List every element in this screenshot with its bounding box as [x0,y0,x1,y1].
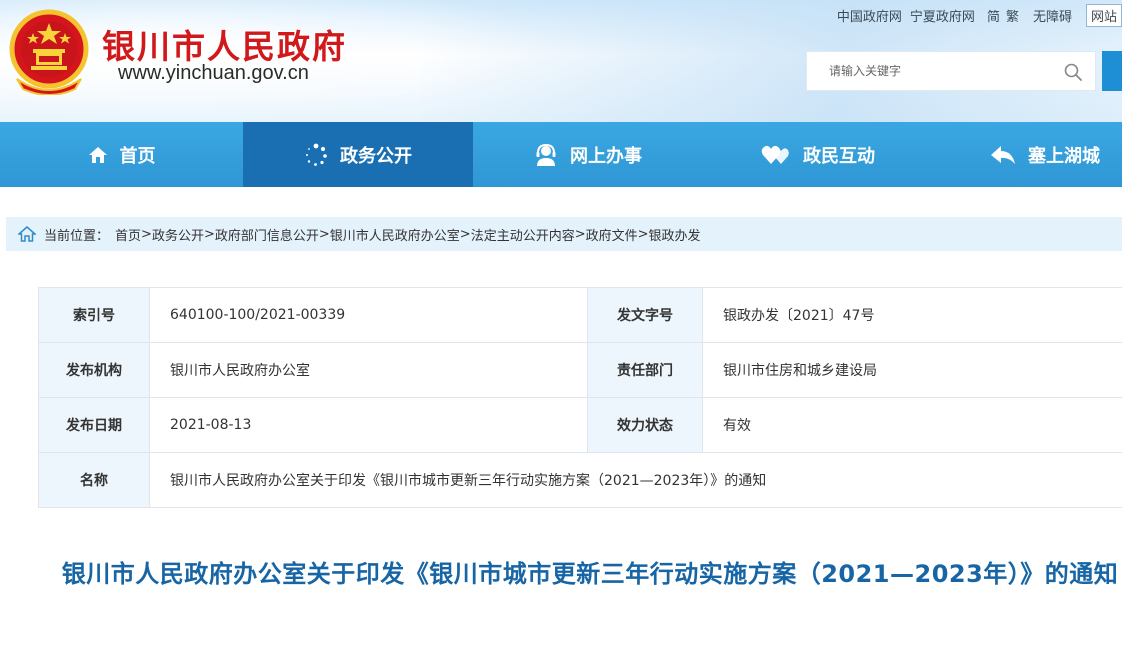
breadcrumb-separator: > [203,226,215,242]
home-icon [18,226,36,242]
meta-value: 有效 [702,397,1122,453]
breadcrumb-separator: > [574,226,586,242]
site-nav-link[interactable]: 网站 [1085,4,1122,27]
site-name: 银川市人民政府 [102,27,347,66]
site-url: www.yinchuan.gov.cn [118,62,309,84]
table-row: 发布日期 2021-08-13 效力状态 有效 [38,397,1122,453]
breadcrumb-separator: > [141,226,152,242]
meta-value: 银政办发〔2021〕47号 [702,287,1122,343]
meta-key: 发布机构 [38,342,150,398]
nav-label: 政民互动 [803,145,875,167]
search-box [806,51,1096,91]
accessibility-link[interactable]: 无障碍 [1033,6,1072,25]
home-icon [88,146,107,163]
breadcrumb-item[interactable]: 法定主动公开内容 [471,225,575,244]
breadcrumb-label: 当前位置： [44,228,110,244]
service-person-icon [536,143,556,166]
document-metadata-table: 索引号 640100-100/2021-00339 发文字号 银政办发〔2021… [38,287,1122,508]
search-button[interactable] [1102,51,1122,91]
link-ningxia-gov[interactable]: 宁夏政府网 [910,6,975,25]
breadcrumb: 当前位置： 首页 > 政务公开 > 政府部门信息公开 > 银川市人民政府办公室 > 法定… [6,217,1122,251]
meta-key: 效力状态 [587,397,703,453]
meta-key: 责任部门 [587,342,703,398]
meta-value: 640100-100/2021-00339 [149,287,588,343]
nav-label: 塞上湖城 [1028,145,1100,167]
meta-value: 银川市人民政府办公室关于印发《银川市城市更新三年行动实施方案（2021—2023… [149,452,1122,508]
site-header: 银川市人民政府 www.yinchuan.gov.cn 中国政府网 宁夏政府网 … [0,0,1122,122]
link-china-gov[interactable]: 中国政府网 [837,6,902,25]
top-links: 中国政府网 宁夏政府网 简 繁 无障碍 网站 [837,4,1122,27]
meta-value: 2021-08-13 [149,397,588,453]
breadcrumb-item[interactable]: 首页 [115,225,141,244]
nav-label: 网上办事 [570,145,642,167]
table-row: 发布机构 银川市人民政府办公室 责任部门 银川市住房和城乡建设局 [38,342,1122,398]
document-title: 银川市人民政府办公室关于印发《银川市城市更新三年行动实施方案（2021—2023… [61,560,1119,588]
breadcrumb-item[interactable]: 政府部门信息公开 [215,225,319,244]
nav-item-home[interactable]: 首页 [0,122,243,187]
breadcrumb-item[interactable]: 银川市人民政府办公室 [330,225,460,244]
breadcrumb-item[interactable]: 政府文件 [586,225,638,244]
nav-item-government-affairs[interactable]: 政务公开 [243,122,473,187]
lang-simplified[interactable]: 简 [987,6,1000,25]
breadcrumb-separator: > [637,226,649,242]
meta-value: 银川市住房和城乡建设局 [702,342,1122,398]
meta-key: 索引号 [38,287,150,343]
breadcrumb-separator: > [459,226,471,242]
meta-key: 名称 [38,452,150,508]
nav-item-online-service[interactable]: 网上办事 [473,122,703,187]
nav-label: 首页 [119,145,156,167]
meta-key: 发文字号 [587,287,703,343]
nav-item-interaction[interactable]: 政民互动 [703,122,933,187]
search-input[interactable] [827,63,1061,79]
table-row: 名称 银川市人民政府办公室关于印发《银川市城市更新三年行动实施方案（2021—2… [38,452,1122,508]
meta-key: 发布日期 [38,397,150,453]
breadcrumb-separator: > [318,226,330,242]
search-icon[interactable] [1063,62,1083,82]
nav-label: 政务公开 [340,145,412,167]
meta-value: 银川市人民政府办公室 [149,342,588,398]
nav-item-lake-city[interactable]: 塞上湖城 [933,122,1122,187]
table-row: 索引号 640100-100/2021-00339 发文字号 银政办发〔2021… [38,287,1122,343]
breadcrumb-item[interactable]: 银政办发 [649,225,701,244]
main-nav: 首页 政务公开 网上办事 政民互动 塞上湖城 [0,122,1122,187]
share-arrow-icon [991,145,1015,164]
breadcrumb-item[interactable]: 政务公开 [152,225,204,244]
hearts-icon [761,145,789,164]
dots-circle-icon [306,143,327,166]
lang-traditional[interactable]: 繁 [1006,6,1019,25]
national-emblem-icon [9,9,89,95]
